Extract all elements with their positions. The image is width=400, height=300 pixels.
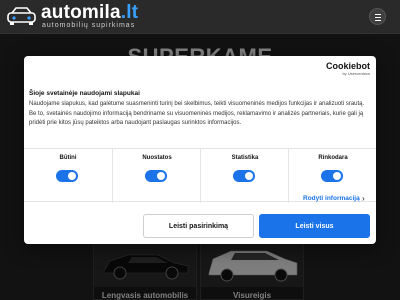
necessary-toggle-switch[interactable] bbox=[56, 170, 78, 182]
preferences-toggle-switch[interactable] bbox=[145, 170, 167, 182]
marketing-toggle-switch[interactable] bbox=[321, 170, 343, 182]
toggle-label-statistics: Statistika bbox=[231, 155, 259, 161]
toggle-group-statistics: Statistika bbox=[200, 149, 288, 203]
cookiebot-brand-sub: by Usercentrics bbox=[342, 71, 370, 76]
toggle-group-preferences: Nuostatos bbox=[112, 149, 200, 203]
toggle-label-preferences: Nuostatos bbox=[142, 155, 172, 161]
cookie-dialog-body: Naudojame slapukus, kad galėtume suasmen… bbox=[29, 101, 365, 126]
cookie-dialog-title: Šioje svetainėje naudojami slapukai bbox=[29, 90, 140, 97]
chevron-right-icon[interactable]: › bbox=[362, 194, 365, 203]
allow-selection-button[interactable]: Leisti pasirinkimą bbox=[143, 214, 254, 238]
cookie-category-toggles: Būtini Nuostatos Statistika Rinkodara bbox=[24, 148, 376, 203]
statistics-toggle-switch[interactable] bbox=[233, 170, 255, 182]
toggle-group-necessary: Būtini bbox=[24, 149, 112, 203]
car-logo-icon[interactable] bbox=[7, 6, 36, 26]
toggle-label-necessary: Būtini bbox=[59, 155, 77, 161]
cookie-consent-dialog: Cookiebot by Usercentrics Šioje svetainė… bbox=[24, 56, 376, 244]
logo-name: automila bbox=[41, 2, 121, 23]
cookiebot-brand: Cookiebot bbox=[326, 61, 370, 71]
hamburger-menu-icon[interactable] bbox=[369, 8, 386, 25]
logo-tld: .lt bbox=[120, 2, 139, 23]
site-header: automila.lt automobilių supirkimas bbox=[0, 0, 400, 34]
toggle-label-marketing: Rinkodara bbox=[318, 155, 348, 161]
show-details-link[interactable]: Rodyti informaciją bbox=[303, 195, 360, 202]
allow-all-button[interactable]: Leisti visus bbox=[259, 214, 370, 238]
logo-tagline: automobilių supirkimas bbox=[42, 22, 136, 29]
cookiebot-logo: Cookiebot by Usercentrics bbox=[324, 61, 370, 76]
site-logo[interactable]: automila.lt bbox=[41, 2, 138, 24]
